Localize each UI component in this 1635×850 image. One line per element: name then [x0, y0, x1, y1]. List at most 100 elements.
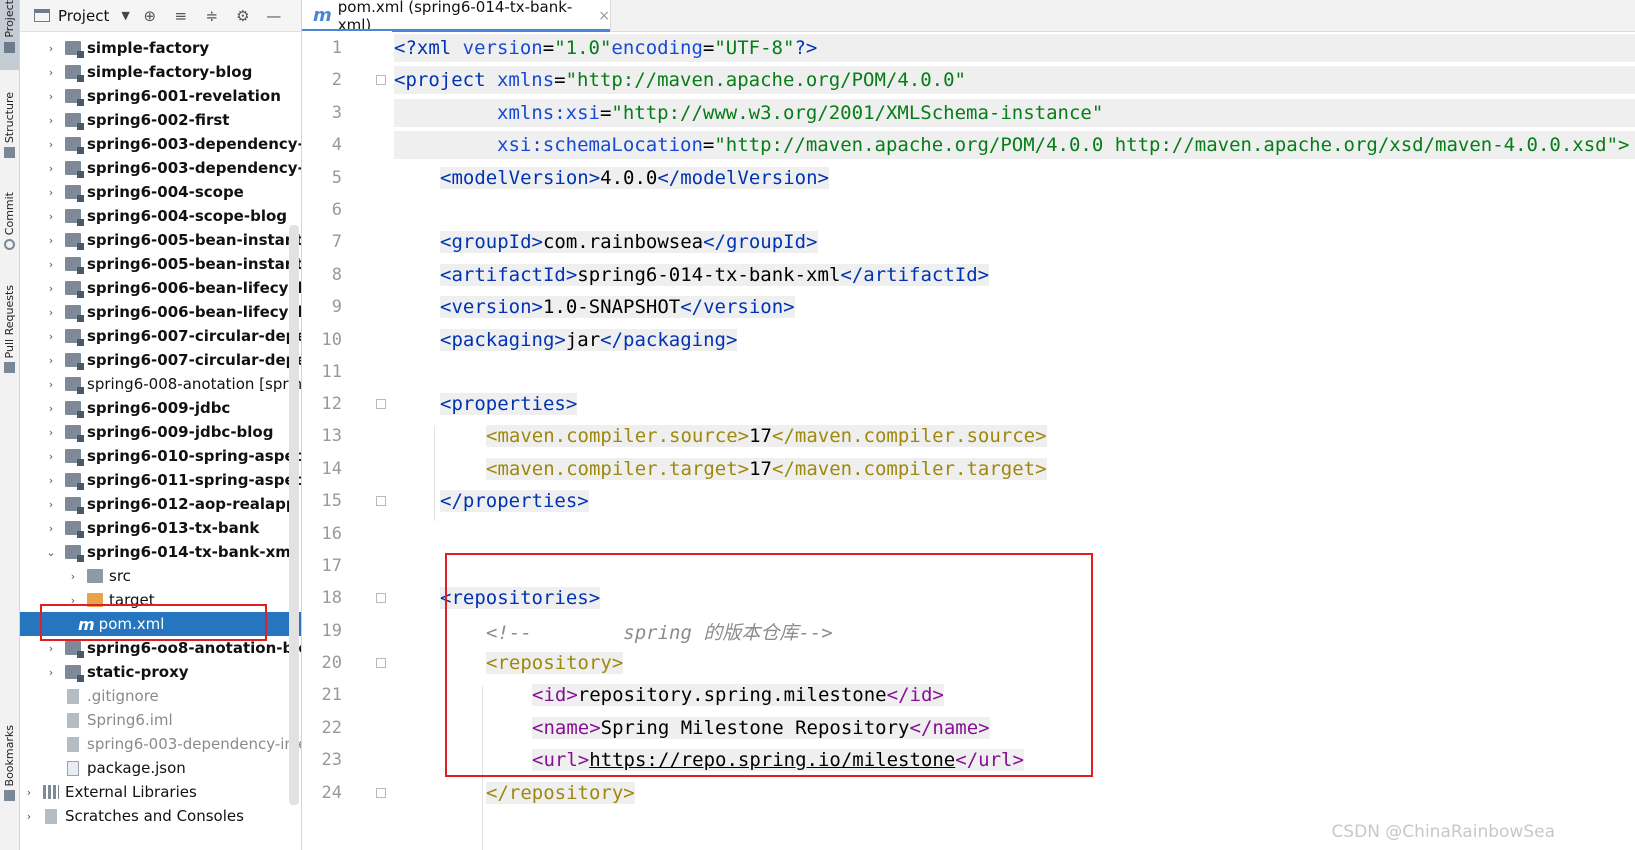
fold-marker-icon[interactable]: [376, 788, 386, 798]
library-icon: [43, 785, 59, 799]
chevron-right-icon[interactable]: ›: [44, 114, 58, 127]
chevron-right-icon[interactable]: ›: [44, 210, 58, 223]
tool-tab-bookmarks[interactable]: Bookmarks: [0, 725, 19, 820]
line-number: 8: [331, 265, 342, 285]
tree-item[interactable]: › spring6-002-first: [20, 108, 301, 132]
structure-icon: [4, 147, 15, 159]
expand-all-icon[interactable]: ≡: [171, 6, 191, 26]
tree-item-label: spring6-007-circular-depend: [87, 327, 301, 345]
fold-marker-icon[interactable]: [376, 399, 386, 409]
panel-scrollbar[interactable]: [289, 225, 299, 805]
project-icon: [34, 9, 50, 22]
close-icon[interactable]: ×: [598, 8, 610, 24]
tree-item[interactable]: › spring6-003-dependency-inj: [20, 132, 301, 156]
tree-item[interactable]: › Scratches and Consoles: [20, 804, 301, 828]
locate-icon[interactable]: ⊕: [140, 6, 160, 26]
hide-icon[interactable]: —: [264, 6, 284, 26]
chevron-right-icon[interactable]: ›: [44, 258, 58, 271]
tree-item[interactable]: › spring6-008-anotation [spring: [20, 372, 301, 396]
chevron-right-icon[interactable]: ›: [44, 138, 58, 151]
chevron-right-icon[interactable]: ›: [44, 354, 58, 367]
project-view-selector[interactable]: Project ▼: [34, 7, 130, 25]
tree-item[interactable]: package.json: [20, 756, 301, 780]
module-icon: [65, 641, 84, 658]
tree-item[interactable]: › spring6-007-circular-depend: [20, 348, 301, 372]
tree-item[interactable]: › spring6-013-tx-bank: [20, 516, 301, 540]
tree-item[interactable]: › spring6-004-scope-blog: [20, 204, 301, 228]
tool-tab-structure[interactable]: Structure: [0, 92, 19, 172]
tree-item[interactable]: › spring6-001-revelation: [20, 84, 301, 108]
tree-item[interactable]: › spring6-006-bean-lifecycle-b: [20, 300, 301, 324]
module-icon: [65, 665, 84, 682]
tree-item[interactable]: › spring6-006-bean-lifecycle: [20, 276, 301, 300]
tree-item[interactable]: › spring6-009-jdbc: [20, 396, 301, 420]
tree-item[interactable]: Spring6.iml: [20, 708, 301, 732]
file-icon: [67, 688, 79, 704]
collapse-all-icon[interactable]: ≑: [202, 6, 222, 26]
tree-item[interactable]: › simple-factory: [20, 36, 301, 60]
fold-marker-icon[interactable]: [376, 658, 386, 668]
tool-tab-project[interactable]: Project: [0, 0, 19, 70]
chevron-right-icon[interactable]: ›: [44, 426, 58, 439]
chevron-right-icon[interactable]: ›: [44, 234, 58, 247]
tree-item[interactable]: › spring6-012-aop-realapp: [20, 492, 301, 516]
chevron-right-icon[interactable]: ›: [44, 378, 58, 391]
chevron-right-icon[interactable]: ›: [22, 810, 36, 823]
editor-tab-pom[interactable]: m pom.xml (spring6-014-tx-bank-xml) ×: [302, 0, 611, 34]
chevron-right-icon[interactable]: ›: [44, 162, 58, 175]
line-gutter: 1 2 3 4 5 6 7 8 9 10 11 12 13 14 15 16 17 18 19 20 21 22 23 24: [302, 31, 392, 850]
line-number: 20: [321, 653, 342, 673]
chevron-right-icon[interactable]: ›: [44, 42, 58, 55]
tree-item[interactable]: spring6-003-dependency-inje: [20, 732, 302, 756]
tree-item[interactable]: ⌄ spring6-014-tx-bank-xml: [20, 540, 301, 564]
tree-item[interactable]: › spring6-005-bean-instantiati: [20, 228, 301, 252]
chevron-right-icon[interactable]: ›: [44, 306, 58, 319]
tree-item[interactable]: › spring6-004-scope: [20, 180, 301, 204]
tree-item[interactable]: › spring6-009-jdbc-blog: [20, 420, 301, 444]
chevron-right-icon[interactable]: ›: [44, 66, 58, 79]
tree-item[interactable]: › spring6-005-bean-instantiati: [20, 252, 301, 276]
fold-marker-icon[interactable]: [376, 496, 386, 506]
chevron-right-icon[interactable]: ›: [44, 522, 58, 535]
chevron-right-icon[interactable]: ›: [44, 642, 58, 655]
chevron-right-icon[interactable]: ›: [44, 498, 58, 511]
tree-item[interactable]: › static-proxy: [20, 660, 301, 684]
chevron-down-icon[interactable]: ⌄: [44, 546, 58, 559]
module-icon: [65, 329, 84, 346]
fold-marker-icon[interactable]: [376, 593, 386, 603]
tool-tab-commit[interactable]: Commit: [0, 192, 19, 262]
chevron-right-icon[interactable]: ›: [44, 90, 58, 103]
tree-item-label: spring6-003-dependency-inje: [87, 735, 302, 753]
tool-tab-pull-requests[interactable]: Pull Requests: [0, 285, 19, 390]
tree-item-label: .gitignore: [87, 687, 159, 705]
tree-item[interactable]: › External Libraries: [20, 780, 301, 804]
line-number: 1: [331, 38, 342, 58]
chevron-right-icon[interactable]: ›: [22, 786, 36, 799]
chevron-right-icon[interactable]: ›: [44, 474, 58, 487]
tree-item[interactable]: › simple-factory-blog: [20, 60, 301, 84]
maven-icon: m: [313, 5, 332, 26]
chevron-right-icon[interactable]: ›: [66, 570, 80, 583]
module-icon: [65, 449, 84, 466]
chevron-right-icon[interactable]: ›: [44, 450, 58, 463]
chevron-right-icon[interactable]: ›: [44, 330, 58, 343]
chevron-right-icon[interactable]: ›: [44, 402, 58, 415]
tree-item[interactable]: .gitignore: [20, 684, 301, 708]
tree-item-label: spring6-011-spring-aspectj-a: [87, 471, 302, 489]
line-number: 7: [331, 232, 342, 252]
module-icon: [65, 377, 84, 394]
project-panel: Project ▼ ⊕ ≡ ≑ ⚙ — › simple-factory › simp…: [20, 0, 302, 850]
line-number: 3: [331, 103, 342, 123]
fold-marker-icon[interactable]: [376, 75, 386, 85]
tree-item[interactable]: › spring6-010-spring-aspectj-a: [20, 444, 301, 468]
chevron-right-icon[interactable]: ›: [44, 282, 58, 295]
chevron-right-icon[interactable]: ›: [44, 666, 58, 679]
tree-item[interactable]: › spring6-003-dependency-inj: [20, 156, 301, 180]
tree-item[interactable]: › spring6-011-spring-aspectj-a: [20, 468, 302, 492]
tree-item[interactable]: › src: [20, 564, 301, 588]
tree-item[interactable]: › spring6-007-circular-depend: [20, 324, 301, 348]
tree-item-label: spring6-009-jdbc: [87, 399, 231, 417]
gear-icon[interactable]: ⚙: [233, 6, 253, 26]
tree-item-label: spring6-014-tx-bank-xml: [87, 543, 297, 561]
chevron-right-icon[interactable]: ›: [44, 186, 58, 199]
